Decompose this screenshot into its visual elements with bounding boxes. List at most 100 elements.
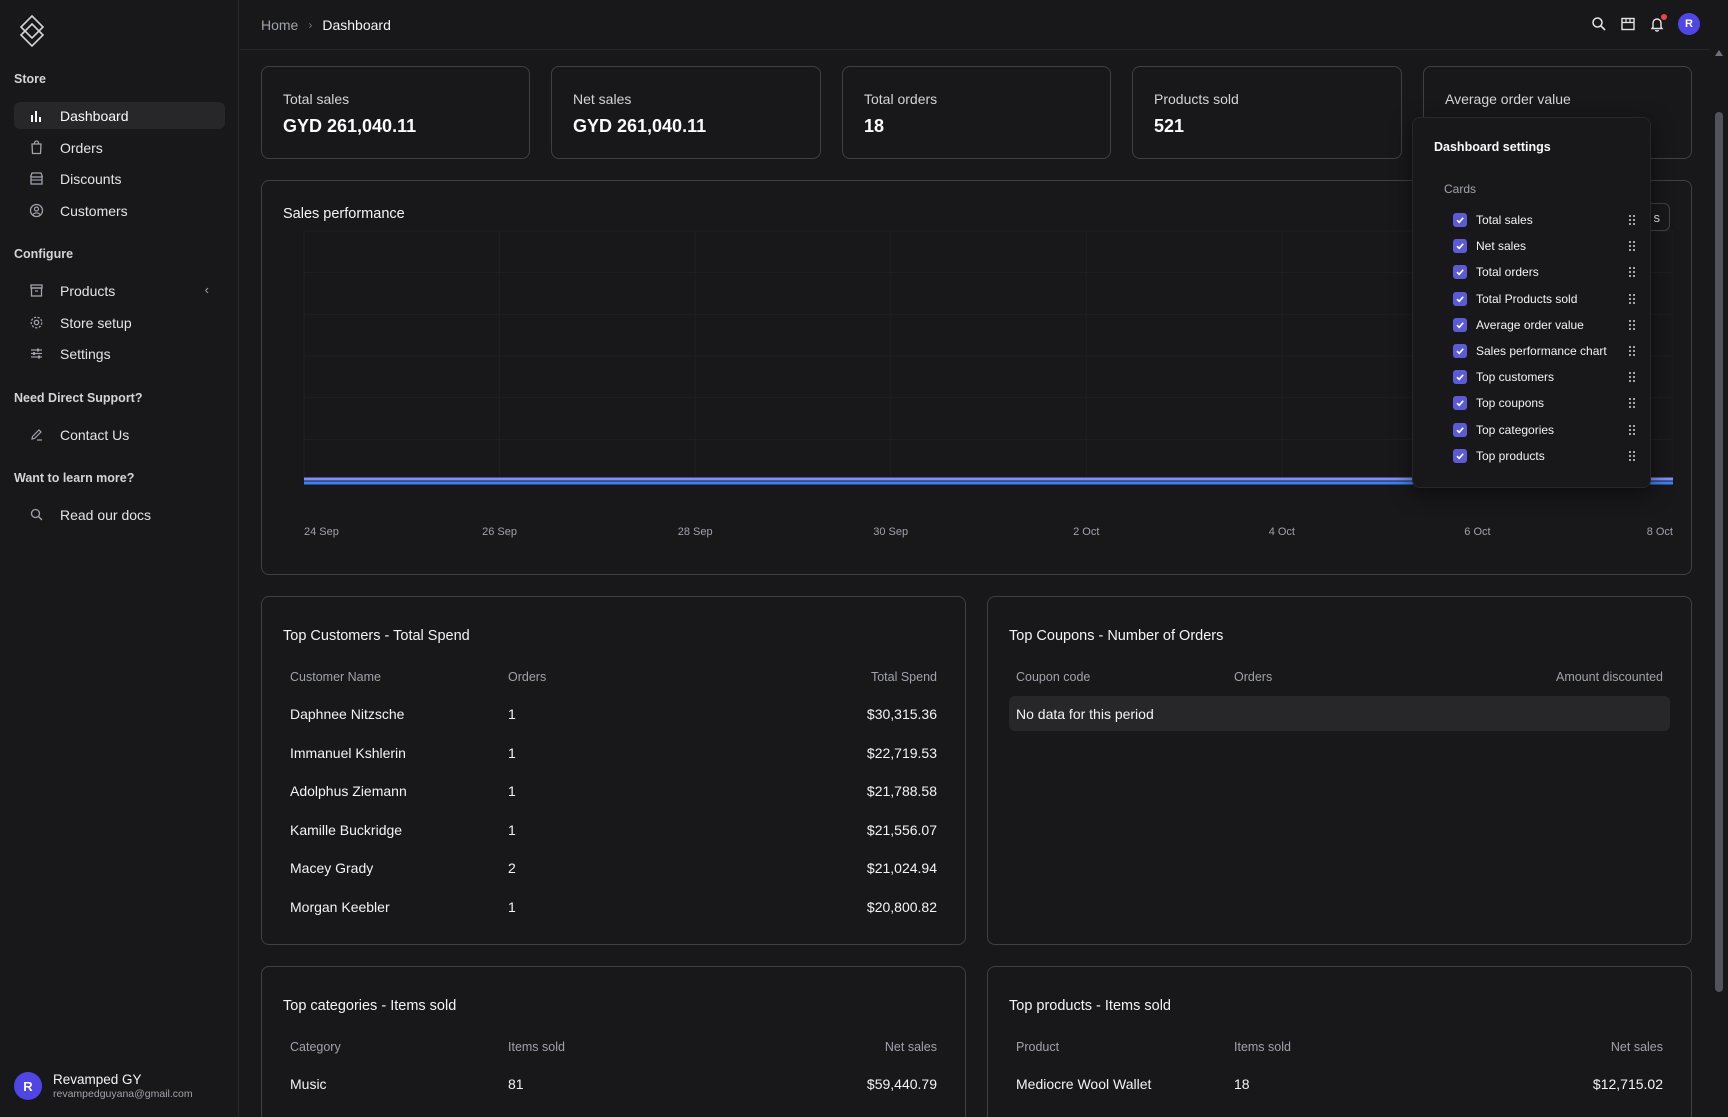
sidebar: Store Dashboard Orders Discounts Custome… — [0, 0, 239, 1117]
breadcrumb-home[interactable]: Home — [261, 17, 298, 33]
avatar[interactable]: R — [1678, 13, 1700, 35]
drag-handle-icon[interactable] — [1628, 266, 1636, 278]
chart-x-tick-label: 30 Sep — [873, 526, 908, 538]
archive-icon — [28, 283, 44, 299]
bar-chart-icon — [28, 108, 44, 124]
table-cell: 1 — [508, 783, 516, 799]
sidebar-item-orders[interactable]: Orders — [14, 134, 225, 161]
settings-card-row[interactable]: Total orders — [1453, 263, 1636, 281]
checkbox-checked-icon[interactable] — [1453, 422, 1467, 437]
settings-card-row[interactable]: Net sales — [1453, 237, 1636, 255]
table-cell: 1 — [508, 822, 516, 838]
settings-card-label: Top products — [1476, 448, 1545, 463]
user-email: revampedguyana@gmail.com — [53, 1088, 193, 1100]
settings-card-row[interactable]: Top coupons — [1453, 394, 1636, 412]
drag-handle-icon[interactable] — [1628, 293, 1636, 305]
settings-card-label: Top categories — [1476, 422, 1555, 437]
stat-value: 521 — [1154, 116, 1185, 136]
sidebar-item-store-setup[interactable]: Store setup — [14, 309, 225, 336]
table-cell: Macey Grady — [290, 860, 374, 876]
chevron-left-icon[interactable]: ‹ — [205, 282, 209, 297]
chart-x-tick-label: 4 Oct — [1269, 526, 1295, 538]
checkbox-checked-icon[interactable] — [1453, 370, 1467, 385]
scroll-thumb[interactable] — [1715, 112, 1723, 992]
stat-card-products-sold: Products sold 521 — [1132, 66, 1402, 159]
table-cell: Daphnee Nitzsche — [290, 706, 405, 722]
user-profile[interactable]: R Revamped GY revampedguyana@gmail.com — [14, 1072, 193, 1100]
settings-card-row[interactable]: Average order value — [1453, 316, 1636, 334]
table-cell: 81 — [508, 1076, 524, 1092]
sidebar-item-products[interactable]: Products ‹ — [14, 277, 225, 304]
settings-card-row[interactable]: Top categories — [1453, 421, 1636, 439]
table-cell: $30,315.36 — [866, 706, 937, 722]
checkbox-checked-icon[interactable] — [1453, 317, 1467, 332]
checkbox-checked-icon[interactable] — [1453, 344, 1467, 358]
chart-x-tick-label: 6 Oct — [1464, 526, 1490, 538]
stat-card-total-sales: Total sales GYD 261,040.11 — [261, 66, 530, 159]
column-header: Items sold — [1234, 1040, 1291, 1054]
section-learn: Want to learn more? — [14, 471, 135, 485]
settings-card-row[interactable]: Total Products sold — [1453, 290, 1636, 308]
chart-x-tick-label: 24 Sep — [304, 526, 339, 538]
settings-card-row[interactable]: Top customers — [1453, 368, 1636, 386]
table-cell: $59,440.79 — [866, 1076, 937, 1092]
sidebar-item-docs[interactable]: Read our docs — [14, 501, 225, 528]
drag-handle-icon[interactable] — [1628, 319, 1636, 331]
table-cell: Adolphus Ziemann — [290, 783, 407, 799]
shopping-bag-icon — [28, 140, 44, 156]
sidebar-item-label: Customers — [60, 202, 128, 219]
table-cell: Music — [290, 1076, 327, 1092]
top-customers-card: Top Customers - Total Spend Customer Nam… — [261, 596, 966, 945]
drag-handle-icon[interactable] — [1628, 450, 1636, 462]
drag-handle-icon[interactable] — [1628, 397, 1636, 409]
drag-handle-icon[interactable] — [1628, 240, 1636, 252]
sidebar-item-label: Dashboard — [60, 107, 129, 124]
drag-handle-icon[interactable] — [1628, 345, 1636, 357]
breadcrumb-current: Dashboard — [322, 17, 391, 33]
checkbox-checked-icon[interactable] — [1453, 213, 1467, 227]
sidebar-item-customers[interactable]: Customers — [14, 197, 225, 224]
popover-title: Dashboard settings — [1434, 140, 1551, 154]
stat-label: Net sales — [573, 91, 632, 107]
dashboard-settings-popover: Dashboard settings Cards Total sales Net … — [1412, 117, 1651, 488]
user-name: Revamped GY — [53, 1072, 142, 1087]
drag-handle-icon[interactable] — [1628, 214, 1636, 226]
settings-card-row[interactable]: Total sales — [1453, 211, 1636, 229]
sidebar-item-label: Store setup — [60, 314, 132, 331]
sidebar-item-contact[interactable]: Contact Us — [14, 421, 225, 448]
bell-icon[interactable] — [1649, 14, 1667, 32]
table-cell: $12,715.02 — [1592, 1076, 1663, 1092]
chart-x-tick-label: 28 Sep — [678, 526, 713, 538]
checkbox-checked-icon[interactable] — [1453, 239, 1467, 254]
sidebar-item-dashboard[interactable]: Dashboard — [14, 102, 225, 129]
scrollbar[interactable] — [1710, 50, 1728, 1117]
logo-icon[interactable] — [19, 14, 45, 48]
drag-handle-icon[interactable] — [1628, 424, 1636, 436]
sidebar-item-discounts[interactable]: Discounts — [14, 165, 225, 192]
checkbox-checked-icon[interactable] — [1453, 396, 1467, 411]
settings-card-label: Sales performance chart — [1476, 344, 1607, 358]
settings-card-row[interactable]: Top products — [1453, 447, 1636, 465]
search-icon[interactable] — [1591, 16, 1607, 32]
column-header: Items sold — [508, 1040, 565, 1054]
stat-value: 18 — [864, 116, 885, 136]
column-header: Coupon code — [1016, 670, 1091, 684]
sidebar-item-settings[interactable]: Settings — [14, 340, 225, 367]
section-store: Store — [14, 72, 46, 86]
stat-value: GYD 261,040.11 — [283, 116, 417, 136]
checkbox-checked-icon[interactable] — [1453, 265, 1467, 280]
stat-label: Total sales — [283, 91, 350, 107]
checkbox-checked-icon[interactable] — [1453, 448, 1467, 463]
pencil-icon — [28, 427, 44, 443]
top-products-card: Top products - Items sold Product Items … — [987, 966, 1692, 1117]
checkbox-checked-icon[interactable] — [1453, 291, 1467, 306]
column-header: Orders — [508, 670, 547, 684]
settings-card-row[interactable]: Sales performance chart — [1453, 342, 1636, 360]
settings-card-label: Total orders — [1476, 265, 1539, 280]
settings-card-label: Net sales — [1476, 239, 1527, 254]
drag-handle-icon[interactable] — [1628, 371, 1636, 383]
top-categories-card: Top categories - Items sold Category Ite… — [261, 966, 966, 1117]
store-icon[interactable] — [1620, 16, 1636, 32]
scroll-up-icon[interactable] — [1715, 50, 1723, 56]
table-cell: 18 — [1234, 1076, 1250, 1092]
